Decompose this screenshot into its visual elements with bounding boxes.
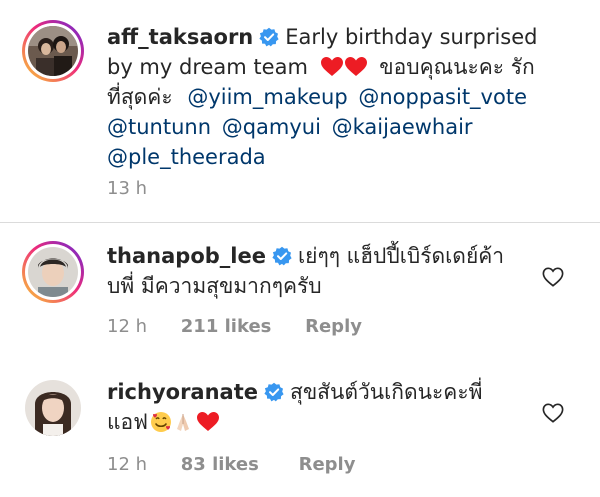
mention-link[interactable]: @ple_theerada — [107, 145, 266, 169]
comment-timestamp: 12 h — [107, 316, 148, 337]
comment-meta: 12 h 211 likes Reply — [107, 316, 362, 337]
caption-avatar[interactable] — [22, 20, 84, 82]
comments-screen: aff_taksaorn Early birthday surprised by… — [0, 0, 600, 497]
verified-badge-icon — [264, 382, 284, 402]
comment-likes[interactable]: 83 likes — [181, 454, 259, 475]
comment-meta: 12 h 83 likes Reply — [107, 454, 355, 475]
red-heart-emoji — [197, 412, 220, 431]
caption-line2: by my dream team — [107, 55, 308, 79]
caption-avatar-photo — [28, 26, 78, 76]
red-heart-emoji — [320, 57, 343, 76]
comment-text: richyoranate สุขสันต์วันเกิดนะคะพี่ แอฟ — [107, 377, 527, 437]
comment-text-line1: เย่ๆๆ แฮ็ปปี้เบิร์ดเดย์ค้า — [297, 244, 505, 268]
mention-link[interactable]: @yiim_makeup — [187, 85, 347, 109]
comment-avatar-photo — [28, 247, 78, 297]
comment-likes[interactable]: 211 likes — [181, 316, 272, 337]
caption-text: aff_taksaorn Early birthday surprised by… — [107, 22, 587, 172]
comment-avatar-photo — [25, 380, 81, 436]
smiling-hearts-emoji — [151, 412, 172, 432]
mention-link[interactable]: @tuntunn — [107, 115, 211, 139]
reply-button[interactable]: Reply — [299, 454, 356, 475]
comment-item: thanapob_lee เย่ๆๆ แฮ็ปปี้เบิร์ดเดย์ค้า … — [0, 223, 600, 359]
reply-button[interactable]: Reply — [305, 316, 362, 337]
caption-line2-thai: ขอบคุณนะคะ รัก — [379, 55, 535, 79]
comment-timestamp: 12 h — [107, 454, 148, 475]
comment-username[interactable]: thanapob_lee — [107, 244, 266, 268]
praying-hands-emoji — [177, 414, 190, 431]
comment-text-line2: บพี่ มีความสุขมากๆครับ — [107, 274, 322, 298]
comment-text-line1: สุขสันต์วันเกิดนะคะพี่ — [290, 380, 483, 404]
post-caption: aff_taksaorn Early birthday surprised by… — [0, 0, 600, 222]
mention-link[interactable]: @qamyui — [222, 115, 321, 139]
verified-badge-icon — [272, 246, 292, 266]
caption-username[interactable]: aff_taksaorn — [107, 25, 253, 49]
caption-line1: Early birthday surprised — [285, 25, 538, 49]
comment-item: richyoranate สุขสันต์วันเกิดนะคะพี่ แอฟ — [0, 360, 600, 497]
comment-avatar[interactable] — [25, 380, 81, 436]
comment-avatar[interactable] — [22, 241, 84, 303]
verified-badge-icon — [259, 27, 279, 47]
comment-text: thanapob_lee เย่ๆๆ แฮ็ปปี้เบิร์ดเดย์ค้า … — [107, 241, 527, 301]
mention-link[interactable]: @noppasit_vote — [358, 85, 527, 109]
mention-link[interactable]: @kaijaewhair — [332, 115, 473, 139]
comment-text-line2: แอฟ — [107, 410, 149, 434]
caption-timestamp: 13 h — [107, 178, 148, 199]
comment-username[interactable]: richyoranate — [107, 380, 258, 404]
heart-outline-icon[interactable] — [542, 266, 564, 288]
heart-outline-icon[interactable] — [542, 402, 564, 424]
red-heart-emoji — [344, 57, 367, 76]
caption-meta: 13 h — [107, 178, 147, 199]
caption-line3-thai: ที่สุดค่ะ — [107, 85, 173, 109]
